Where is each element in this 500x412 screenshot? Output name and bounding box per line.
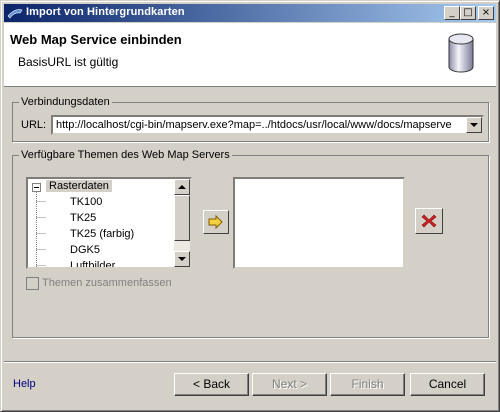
url-combobox[interactable]: http://localhost/cgi-bin/mapserv.exe?map… xyxy=(51,115,484,135)
tree-lines xyxy=(36,192,46,267)
scroll-thumb[interactable] xyxy=(174,195,190,241)
themes-group: Verfügbare Themen des Web Map Servers Ra… xyxy=(12,149,489,338)
add-theme-button[interactable] xyxy=(203,210,229,234)
database-icon xyxy=(448,33,474,73)
chevron-down-icon xyxy=(178,257,186,261)
back-button[interactable]: < Back xyxy=(174,373,249,396)
footer-divider xyxy=(4,361,496,363)
connection-group: Verbindungsdaten URL: http://localhost/c… xyxy=(12,96,489,142)
themes-group-label: Verfügbare Themen des Web Map Servers xyxy=(19,149,232,161)
window-title: Import von Hintergrundkarten xyxy=(26,6,185,18)
remove-theme-button[interactable] xyxy=(415,208,443,234)
arrow-right-icon xyxy=(208,214,223,230)
scroll-down-button[interactable] xyxy=(174,251,190,267)
chevron-down-icon xyxy=(470,123,478,127)
url-value[interactable]: http://localhost/cgi-bin/mapserv.exe?map… xyxy=(56,119,461,131)
status-message: BasisURL ist gültig xyxy=(18,55,119,69)
checkbox-box[interactable] xyxy=(26,277,39,290)
app-icon xyxy=(7,9,23,19)
themes-tree[interactable]: Rasterdaten TK100 TK25 TK25 (farbig) DGK… xyxy=(26,177,192,269)
dialog-window: Import von Hintergrundkarten _ □ × Web M… xyxy=(0,0,500,412)
page-title: Web Map Service einbinden xyxy=(10,32,182,47)
tree-item[interactable]: TK25 xyxy=(70,212,96,224)
selected-themes-list[interactable] xyxy=(233,177,405,269)
tree-item-rasterdaten[interactable]: Rasterdaten xyxy=(46,180,112,192)
tree-item[interactable]: TK100 xyxy=(70,196,102,208)
tree-scrollbar[interactable] xyxy=(174,179,190,267)
finish-button[interactable]: Finish xyxy=(330,373,405,396)
url-dropdown-button[interactable] xyxy=(466,117,482,133)
cancel-button[interactable]: Cancel xyxy=(410,373,485,396)
maximize-button[interactable]: □ xyxy=(460,6,476,20)
red-x-icon xyxy=(421,214,437,228)
tree-item[interactable]: DGK5 xyxy=(70,244,100,256)
minimize-button[interactable]: _ xyxy=(444,6,460,20)
help-link[interactable]: Help xyxy=(13,378,36,390)
next-button[interactable]: Next > xyxy=(252,373,327,396)
header-banner: Web Map Service einbinden BasisURL ist g… xyxy=(4,23,496,87)
tree-item[interactable]: TK25 (farbig) xyxy=(70,228,134,240)
tree-item[interactable]: Luftbilder xyxy=(70,260,115,267)
chevron-up-icon xyxy=(178,185,186,189)
tree-toggle-icon[interactable] xyxy=(32,183,41,192)
connection-group-label: Verbindungsdaten xyxy=(19,96,112,108)
close-button[interactable]: × xyxy=(478,6,494,20)
scroll-up-button[interactable] xyxy=(174,179,190,195)
merge-themes-label: Themen zusammenfassen xyxy=(42,277,172,289)
title-bar[interactable]: Import von Hintergrundkarten _ □ × xyxy=(4,4,496,22)
url-label: URL: xyxy=(21,119,47,131)
